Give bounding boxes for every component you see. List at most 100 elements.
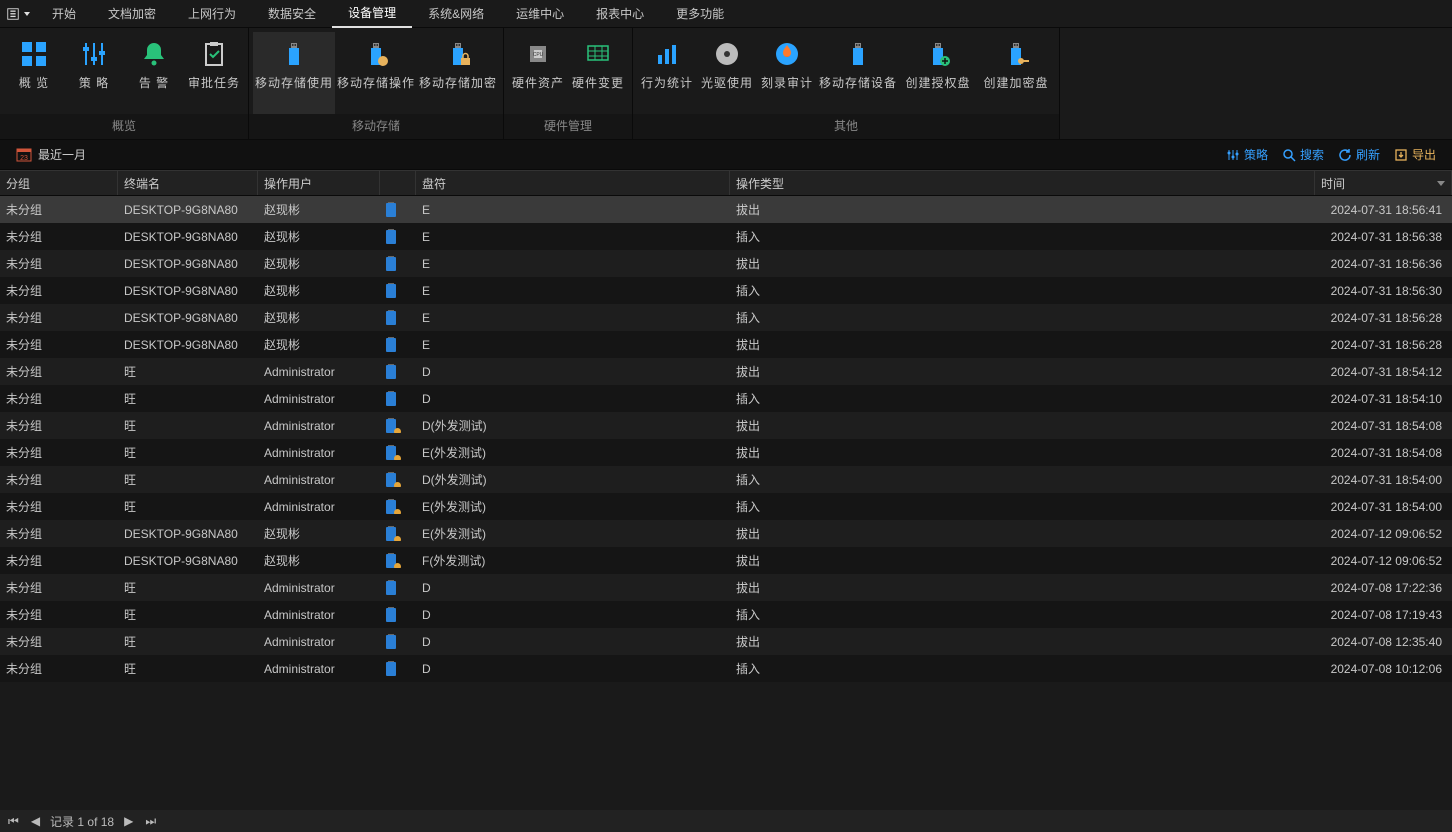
export-button[interactable]: 导出 — [1394, 146, 1436, 163]
usb-gear-icon — [360, 38, 392, 70]
overview-icon — [18, 38, 50, 70]
usb-icon — [386, 635, 396, 649]
cell-icon — [380, 391, 416, 406]
cell-operation: 拔出 — [730, 552, 1315, 569]
cell-group: 未分组 — [0, 606, 118, 623]
table-row[interactable]: 未分组旺AdministratorE(外发测试)拔出2024-07-31 18:… — [0, 439, 1452, 466]
date-range-label[interactable]: 最近一月 — [38, 146, 86, 163]
usb-icon — [386, 608, 396, 622]
table-row[interactable]: 未分组DESKTOP-9G8NA80赵现彬E插入2024-07-31 18:56… — [0, 223, 1452, 250]
cell-terminal: 旺 — [118, 606, 258, 623]
cell-drive: D — [416, 608, 730, 622]
table-row[interactable]: 未分组DESKTOP-9G8NA80赵现彬E(外发测试)拔出2024-07-12… — [0, 520, 1452, 547]
ribbon-创建加密盘[interactable]: 创建加密盘 — [977, 32, 1055, 114]
cell-terminal: DESKTOP-9G8NA80 — [118, 284, 258, 298]
col-drive[interactable]: 盘符 — [416, 171, 730, 195]
cell-operation: 插入 — [730, 606, 1315, 623]
nav-next-icon[interactable]: ▶ — [122, 814, 135, 828]
table-row[interactable]: 未分组DESKTOP-9G8NA80赵现彬E拔出2024-07-31 18:56… — [0, 331, 1452, 358]
cell-group: 未分组 — [0, 471, 118, 488]
col-group[interactable]: 分组 — [0, 171, 118, 195]
table-row[interactable]: 未分组旺AdministratorD插入2024-07-08 17:19:43 — [0, 601, 1452, 628]
table-body: 未分组DESKTOP-9G8NA80赵现彬E拔出2024-07-31 18:56… — [0, 196, 1452, 682]
menu-系统&网络[interactable]: 系统&网络 — [412, 0, 500, 28]
ribbon-硬件变更[interactable]: 硬件变更 — [568, 32, 628, 114]
cell-icon — [380, 364, 416, 379]
col-time[interactable]: 时间 — [1315, 171, 1452, 195]
table-row[interactable]: 未分组DESKTOP-9G8NA80赵现彬E拔出2024-07-31 18:56… — [0, 196, 1452, 223]
policy-button[interactable]: 策略 — [1226, 146, 1268, 163]
cell-time: 2024-07-31 18:56:41 — [1315, 203, 1452, 217]
cell-time: 2024-07-31 18:54:00 — [1315, 473, 1452, 487]
cell-user: 赵现彬 — [258, 309, 380, 326]
svg-text:CPU: CPU — [533, 52, 544, 58]
ribbon-移动存储设备[interactable]: 移动存储设备 — [817, 32, 899, 114]
ribbon-概 览[interactable]: 概 览 — [4, 32, 64, 114]
usb-icon — [386, 338, 396, 352]
cell-operation: 拔出 — [730, 579, 1315, 596]
col-terminal[interactable]: 终端名 — [118, 171, 258, 195]
table-row[interactable]: 未分组旺AdministratorD(外发测试)拔出2024-07-31 18:… — [0, 412, 1452, 439]
cell-time: 2024-07-31 18:56:36 — [1315, 257, 1452, 271]
cell-terminal: DESKTOP-9G8NA80 — [118, 527, 258, 541]
table-row[interactable]: 未分组旺AdministratorD插入2024-07-08 10:12:06 — [0, 655, 1452, 682]
menu-运维中心[interactable]: 运维中心 — [500, 0, 580, 28]
table-row[interactable]: 未分组旺AdministratorD拔出2024-07-08 12:35:40 — [0, 628, 1452, 655]
cell-operation: 拔出 — [730, 255, 1315, 272]
ribbon-行为统计[interactable]: 行为统计 — [637, 32, 697, 114]
cell-group: 未分组 — [0, 336, 118, 353]
cell-drive: E(外发测试) — [416, 498, 730, 515]
ribbon-刻录审计[interactable]: 刻录审计 — [757, 32, 817, 114]
ribbon-移动存储操作[interactable]: 移动存储操作 — [335, 32, 417, 114]
table-row[interactable]: 未分组旺AdministratorD插入2024-07-31 18:54:10 — [0, 385, 1452, 412]
cell-icon — [380, 202, 416, 217]
cell-time: 2024-07-08 17:22:36 — [1315, 581, 1452, 595]
ribbon-label: 策 略 — [79, 76, 109, 90]
table-row[interactable]: 未分组旺AdministratorD拔出2024-07-31 18:54:12 — [0, 358, 1452, 385]
cell-group: 未分组 — [0, 579, 118, 596]
table-row[interactable]: 未分组旺AdministratorE(外发测试)插入2024-07-31 18:… — [0, 493, 1452, 520]
refresh-button[interactable]: 刷新 — [1338, 146, 1380, 163]
ribbon-策 略[interactable]: 策 略 — [64, 32, 124, 114]
nav-first-icon[interactable]: ⏮ — [6, 814, 21, 829]
ribbon-移动存储使用[interactable]: 移动存储使用 — [253, 32, 335, 114]
col-icon[interactable] — [380, 171, 416, 195]
cell-icon — [380, 553, 416, 568]
cell-terminal: 旺 — [118, 417, 258, 434]
col-user[interactable]: 操作用户 — [258, 171, 380, 195]
ribbon-创建授权盘[interactable]: 创建授权盘 — [899, 32, 977, 114]
table-row[interactable]: 未分组DESKTOP-9G8NA80赵现彬F(外发测试)拔出2024-07-12… — [0, 547, 1452, 574]
table-row[interactable]: 未分组DESKTOP-9G8NA80赵现彬E拔出2024-07-31 18:56… — [0, 250, 1452, 277]
menu-上网行为[interactable]: 上网行为 — [172, 0, 252, 28]
ribbon-移动存储加密[interactable]: 移动存储加密 — [417, 32, 499, 114]
menu-开始[interactable]: 开始 — [36, 0, 92, 28]
ribbon-光驱使用[interactable]: 光驱使用 — [697, 32, 757, 114]
ribbon-硬件资产[interactable]: CPU硬件资产 — [508, 32, 568, 114]
ribbon-label: 移动存储加密 — [419, 76, 497, 90]
menu-报表中心[interactable]: 报表中心 — [580, 0, 660, 28]
cell-terminal: 旺 — [118, 498, 258, 515]
ribbon-告 警[interactable]: 告 警 — [124, 32, 184, 114]
app-menu-icon[interactable] — [6, 2, 30, 26]
col-operation[interactable]: 操作类型 — [730, 171, 1315, 195]
menu-更多功能[interactable]: 更多功能 — [660, 0, 740, 28]
filter-toolbar: 23 最近一月 策略搜索刷新导出 — [0, 140, 1452, 170]
cell-terminal: 旺 — [118, 633, 258, 650]
search-button[interactable]: 搜索 — [1282, 146, 1324, 163]
menu-文档加密[interactable]: 文档加密 — [92, 0, 172, 28]
nav-prev-icon[interactable]: ◀ — [29, 814, 42, 828]
table-row[interactable]: 未分组旺AdministratorD拔出2024-07-08 17:22:36 — [0, 574, 1452, 601]
nav-last-icon[interactable]: ⏭ — [143, 814, 158, 829]
ribbon-label: 移动存储使用 — [255, 76, 333, 90]
table-row[interactable]: 未分组DESKTOP-9G8NA80赵现彬E插入2024-07-31 18:56… — [0, 304, 1452, 331]
cell-time: 2024-07-12 09:06:52 — [1315, 527, 1452, 541]
cell-user: Administrator — [258, 500, 380, 514]
cell-operation: 拔出 — [730, 363, 1315, 380]
svg-text:23: 23 — [20, 155, 28, 162]
menu-数据安全[interactable]: 数据安全 — [252, 0, 332, 28]
menu-设备管理[interactable]: 设备管理 — [332, 0, 412, 28]
ribbon-审批任务[interactable]: 审批任务 — [184, 32, 244, 114]
cell-user: 赵现彬 — [258, 201, 380, 218]
table-row[interactable]: 未分组DESKTOP-9G8NA80赵现彬E插入2024-07-31 18:56… — [0, 277, 1452, 304]
table-row[interactable]: 未分组旺AdministratorD(外发测试)插入2024-07-31 18:… — [0, 466, 1452, 493]
